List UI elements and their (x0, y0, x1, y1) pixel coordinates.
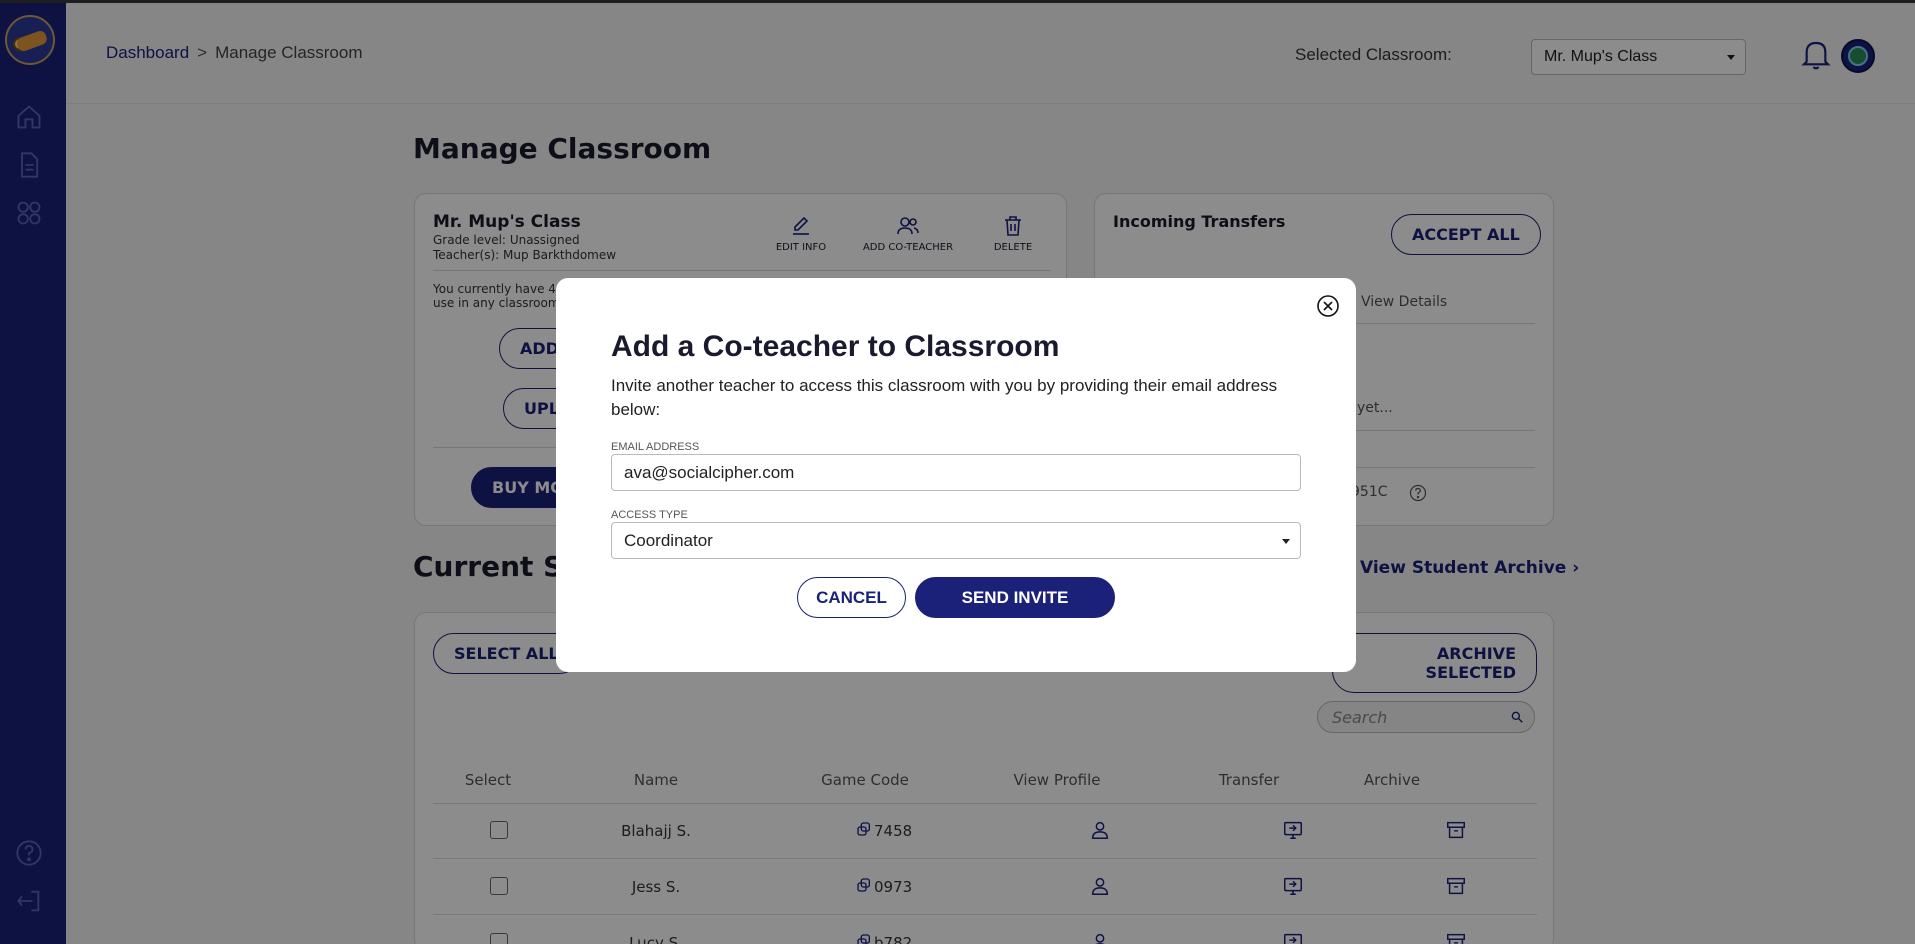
access-type-label: ACCESS TYPE (611, 509, 688, 521)
email-input[interactable] (624, 463, 1288, 483)
access-type-value: Coordinator (624, 531, 713, 550)
send-invite-button[interactable]: SEND INVITE (915, 577, 1115, 618)
email-label: EMAIL ADDRESS (611, 441, 700, 453)
modal-description: Invite another teacher to access this cl… (611, 376, 1278, 419)
access-type-select[interactable]: Coordinator (611, 522, 1301, 559)
modal-title: Add a Co-teacher to Classroom (611, 330, 1060, 363)
cancel-button[interactable]: CANCEL (797, 577, 906, 618)
email-field[interactable] (611, 454, 1301, 491)
close-icon[interactable] (1316, 294, 1340, 318)
chevron-down-icon (1282, 539, 1290, 544)
add-coteacher-modal: Add a Co-teacher to Classroom Invite ano… (556, 278, 1356, 672)
